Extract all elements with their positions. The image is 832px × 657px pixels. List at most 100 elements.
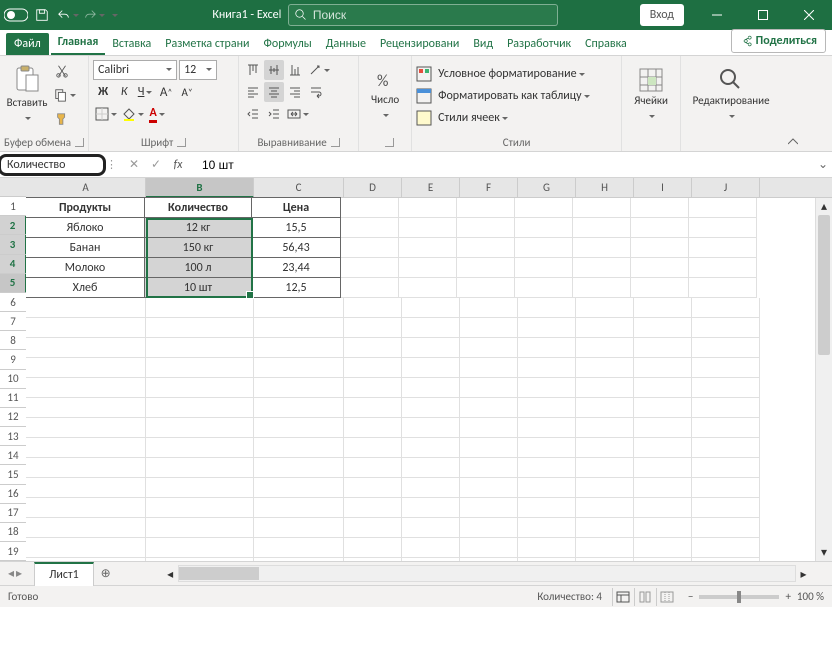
cell[interactable]: 100 л <box>144 257 252 278</box>
cell[interactable]: Молоко <box>26 257 145 278</box>
row-header[interactable]: 2 <box>0 216 27 235</box>
fx-icon[interactable]: fx <box>168 155 188 175</box>
sheet-next-icon[interactable]: ▸ <box>16 566 22 581</box>
view-page-layout-icon[interactable] <box>634 588 656 606</box>
copy-icon[interactable] <box>52 85 78 105</box>
orientation-icon[interactable] <box>306 60 332 80</box>
row-header[interactable]: 15 <box>0 465 26 484</box>
row-header[interactable]: 4 <box>0 255 27 274</box>
alignment-dialog-launcher[interactable] <box>331 138 340 147</box>
tab-review[interactable]: Рецензировани <box>373 33 466 55</box>
row-header[interactable]: 10 <box>0 370 26 389</box>
sheet-tab[interactable]: Лист1 <box>34 562 94 586</box>
editing-button[interactable]: Редактирование <box>685 60 777 130</box>
cancel-formula-icon[interactable]: ✕ <box>124 155 144 175</box>
clipboard-dialog-launcher[interactable] <box>75 138 84 147</box>
scroll-up-icon[interactable]: ▴ <box>816 198 832 215</box>
align-center-icon[interactable] <box>264 82 284 102</box>
col-header[interactable]: F <box>460 178 518 197</box>
col-header[interactable]: C <box>254 178 344 197</box>
add-sheet-button[interactable]: ⊕ <box>94 562 118 586</box>
row-header[interactable]: 16 <box>0 485 26 504</box>
cell[interactable]: 150 кг <box>144 237 252 258</box>
font-color-icon[interactable]: A <box>147 104 167 124</box>
align-bottom-icon[interactable] <box>285 60 305 80</box>
view-page-break-icon[interactable] <box>656 588 678 606</box>
format-painter-icon[interactable] <box>52 109 72 129</box>
col-header[interactable]: G <box>518 178 576 197</box>
collapse-ribbon-icon[interactable] <box>781 56 805 151</box>
qat-customize[interactable] <box>108 3 120 27</box>
row-header[interactable]: 1 <box>0 197 26 216</box>
row-header[interactable]: 14 <box>0 446 26 465</box>
tab-file[interactable]: Файл <box>6 33 49 55</box>
indent-increase-icon[interactable] <box>264 104 284 124</box>
undo-button[interactable] <box>56 3 80 27</box>
align-left-icon[interactable] <box>243 82 263 102</box>
zoom-slider[interactable] <box>699 595 779 599</box>
font-grow-icon[interactable]: A˄ <box>156 82 176 102</box>
row-header[interactable]: 12 <box>0 408 26 427</box>
align-top-icon[interactable] <box>243 60 263 80</box>
row-header[interactable]: 11 <box>0 389 26 408</box>
cell[interactable]: Банан <box>26 237 145 258</box>
scroll-thumb[interactable] <box>818 215 830 355</box>
col-header[interactable]: J <box>692 178 760 197</box>
row-header[interactable]: 18 <box>0 523 26 542</box>
row-header[interactable]: 9 <box>0 350 26 369</box>
cell[interactable]: Продукты <box>26 197 145 218</box>
scroll-down-icon[interactable]: ▾ <box>816 544 832 561</box>
tab-developer[interactable]: Разработчик <box>500 33 578 55</box>
cell[interactable]: 23,44 <box>251 257 341 278</box>
cell-active[interactable]: 10 шт <box>144 277 252 298</box>
cell[interactable]: 12 кг <box>144 217 252 238</box>
tab-insert[interactable]: Вставка <box>105 33 158 55</box>
cells-button[interactable]: Ячейки <box>626 60 676 130</box>
tab-formulas[interactable]: Формулы <box>257 33 319 55</box>
tab-data[interactable]: Данные <box>319 33 373 55</box>
autosave-toggle[interactable] <box>4 3 28 27</box>
zoom-in-icon[interactable]: + <box>785 590 790 603</box>
zoom-out-icon[interactable]: − <box>688 590 693 603</box>
search-box[interactable] <box>288 4 558 26</box>
sign-in-button[interactable]: Вход <box>640 4 684 26</box>
cell[interactable]: 15,5 <box>251 217 341 238</box>
cell-styles-button[interactable]: Стили ячеек <box>436 108 510 128</box>
cell[interactable]: 56,43 <box>251 237 341 258</box>
close-button[interactable] <box>786 0 832 30</box>
fill-color-icon[interactable] <box>120 104 146 124</box>
format-as-table-button[interactable]: Форматировать как таблицу <box>436 86 591 106</box>
merge-cells-icon[interactable] <box>285 104 311 124</box>
indent-decrease-icon[interactable] <box>243 104 263 124</box>
cell[interactable]: Цена <box>251 197 341 218</box>
cut-icon[interactable] <box>52 61 72 81</box>
formula-input[interactable] <box>196 152 814 177</box>
name-box[interactable]: Количество <box>0 154 106 176</box>
view-normal-icon[interactable] <box>612 588 634 606</box>
tab-home[interactable]: Главная <box>51 31 106 55</box>
font-name-combo[interactable]: Calibri <box>93 60 177 80</box>
cell[interactable]: Хлеб <box>26 277 145 298</box>
minimize-button[interactable] <box>694 0 740 30</box>
scroll-thumb[interactable] <box>179 567 259 580</box>
maximize-button[interactable] <box>740 0 786 30</box>
horizontal-scrollbar[interactable]: ◂▸ <box>118 565 832 582</box>
row-header[interactable]: 3 <box>0 235 27 254</box>
row-header[interactable]: 8 <box>0 331 26 350</box>
font-shrink-icon[interactable]: A˅ <box>177 82 197 102</box>
wrap-text-icon[interactable] <box>306 82 326 102</box>
cells[interactable]: Продукты Количество Цена Яблоко 12 кг 15… <box>26 198 832 561</box>
align-middle-icon[interactable] <box>264 60 284 80</box>
row-header[interactable]: 6 <box>0 293 26 312</box>
font-dialog-launcher[interactable] <box>177 138 186 147</box>
expand-formula-bar-icon[interactable]: ⌄ <box>814 157 832 172</box>
align-right-icon[interactable] <box>285 82 305 102</box>
sheet-prev-icon[interactable]: ◂ <box>8 566 14 581</box>
search-input[interactable] <box>313 8 513 22</box>
sheet-nav[interactable]: ◂ ▸ <box>0 566 30 581</box>
tab-view[interactable]: Вид <box>466 33 500 55</box>
bold-button[interactable]: Ж <box>93 82 113 102</box>
save-icon[interactable] <box>30 3 54 27</box>
row-header[interactable]: 19 <box>0 542 26 561</box>
zoom-control[interactable]: − + 100 % <box>688 590 824 603</box>
